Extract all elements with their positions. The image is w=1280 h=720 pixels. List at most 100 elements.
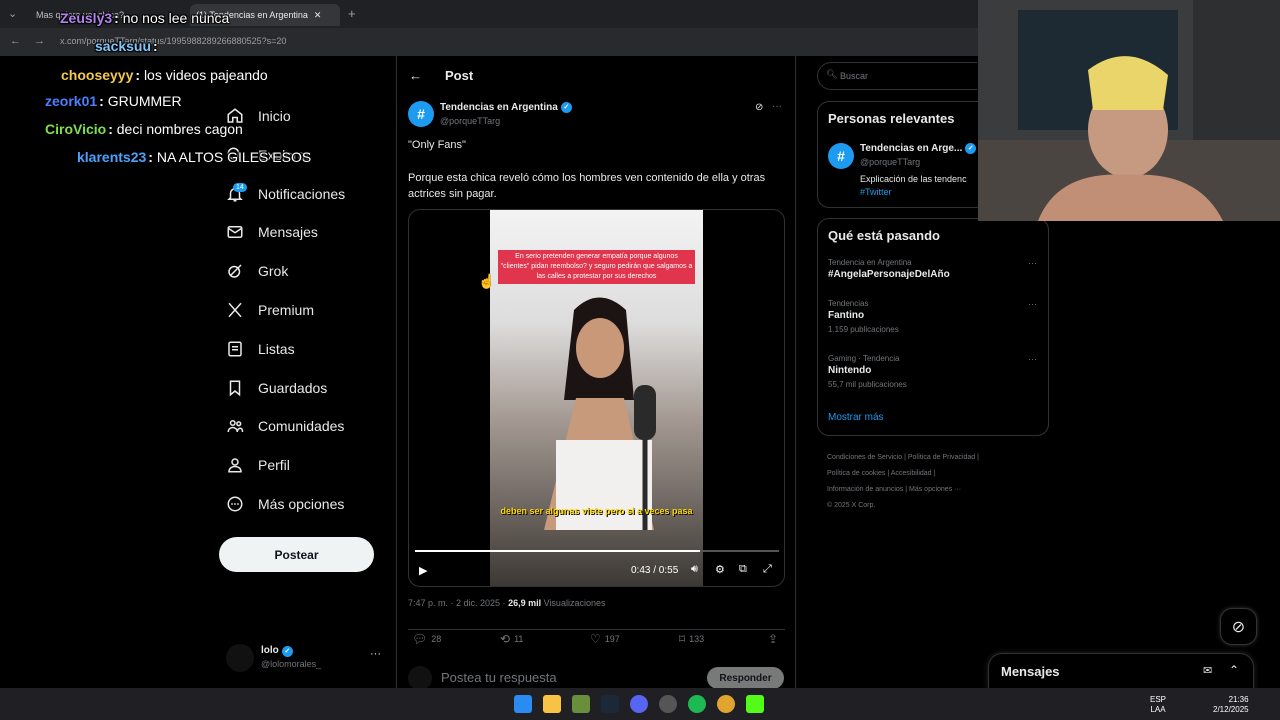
- nav-lists[interactable]: Listas: [226, 334, 295, 364]
- back-arrow-icon[interactable]: ←: [409, 68, 422, 83]
- search-icon: 🔍︎: [826, 69, 838, 79]
- footer-link[interactable]: Más opciones ···: [909, 486, 961, 493]
- person-icon: [226, 456, 244, 474]
- chat-line: CiroVicio: deci nombres cagon: [45, 121, 243, 137]
- relevant-bio: Explicación de las tendenc #Twitter: [860, 174, 967, 199]
- post-views-count: 26,9 mil: [508, 598, 542, 608]
- reply-submit-button[interactable]: Responder: [707, 667, 784, 689]
- expand-icon[interactable]: ⌃: [1229, 663, 1239, 677]
- chat-user: CiroVicio: [45, 121, 107, 137]
- trend-more-icon[interactable]: ···: [1028, 354, 1037, 364]
- chat-user: chooseyyy: [61, 67, 134, 83]
- volume-icon[interactable]: 🔊︎: [691, 563, 698, 576]
- video-frame[interactable]: En serio pretenden generar empatía porqu…: [490, 210, 703, 586]
- video-progress-bar[interactable]: [415, 550, 779, 552]
- author-name[interactable]: Tendencias en Argentina ✓: [440, 102, 572, 113]
- app-icon[interactable]: [572, 695, 590, 713]
- grok-explain-icon[interactable]: ⊘: [755, 102, 763, 113]
- app-icon[interactable]: [659, 695, 677, 713]
- author-avatar[interactable]: #: [408, 101, 434, 127]
- reply-input[interactable]: Postea tu respuesta: [441, 670, 557, 685]
- back-icon[interactable]: ←: [10, 35, 21, 47]
- post-timestamp[interactable]: 7:47 p. m. · 2 dic. 2025 ·: [408, 598, 508, 608]
- reply-button[interactable]: 💬︎ 28: [412, 632, 441, 646]
- chrome-icon[interactable]: [717, 695, 735, 713]
- new-tab-button[interactable]: +: [348, 6, 356, 21]
- footer-link[interactable]: Política de Privacidad: [908, 454, 975, 461]
- relevant-avatar[interactable]: #: [828, 143, 854, 169]
- mouse-cursor-icon: ☝: [478, 273, 496, 289]
- search-input[interactable]: Buscar: [840, 71, 868, 81]
- messages-drawer[interactable]: Mensajes ✉ ⌃: [988, 653, 1254, 690]
- repost-count: 11: [514, 634, 524, 644]
- show-more-link[interactable]: Mostrar más: [828, 412, 884, 423]
- footer-link[interactable]: Accesibilidad: [891, 470, 932, 477]
- trend-more-icon[interactable]: ···: [1028, 258, 1037, 268]
- nav-more-options[interactable]: Más opciones: [226, 489, 344, 519]
- video-player[interactable]: En serio pretenden generar empatía porqu…: [408, 209, 785, 587]
- trend-item[interactable]: Gaming · Tendencia Nintendo 55,7 mil pub…: [828, 354, 1043, 389]
- steam-icon[interactable]: [601, 695, 619, 713]
- reply-composer: Postea tu respuesta Responder: [408, 662, 785, 690]
- chat-user: klarents23: [77, 149, 147, 165]
- chat-message: GRUMMER: [107, 93, 182, 109]
- reply-icon: 💬︎: [412, 632, 428, 646]
- nav-grok[interactable]: Grok: [226, 256, 288, 286]
- relevant-hashtag[interactable]: #Twitter: [860, 186, 967, 199]
- webcam-scene: [978, 0, 1280, 221]
- trend-name: Nintendo: [828, 365, 872, 376]
- trend-count: 55,7 mil publicaciones: [828, 380, 907, 389]
- trend-item[interactable]: Tendencia en Argentina #AngelaPersonajeD…: [828, 258, 1043, 280]
- url-field[interactable]: x.com/porqueTTarg/status/199598828926688…: [60, 36, 286, 46]
- trend-context: Gaming · Tendencia: [828, 354, 900, 363]
- search-box[interactable]: 🔍︎ Buscar: [817, 62, 977, 90]
- clock[interactable]: 21:36 2/12/2025: [1213, 695, 1249, 715]
- nav-premium[interactable]: Premium: [226, 295, 314, 325]
- author-handle[interactable]: @porqueTTarg: [440, 116, 500, 126]
- verified-badge-icon: ✓: [560, 102, 572, 113]
- repost-button[interactable]: ⟲ 11: [500, 632, 523, 646]
- chat-line: zeork01: GRUMMER: [45, 93, 182, 109]
- video-subtitle: deben ser algunas viste pero si a veces …: [500, 506, 693, 516]
- bookmark-icon: ⌑: [679, 632, 686, 646]
- forward-icon[interactable]: →: [34, 35, 45, 47]
- windows-start-icon[interactable]: [514, 695, 532, 713]
- kick-icon[interactable]: [746, 695, 764, 713]
- trend-more-icon[interactable]: ···: [1028, 299, 1037, 309]
- chat-message: no nos lee nunca: [122, 10, 230, 26]
- picture-in-picture-icon[interactable]: ⧉: [739, 563, 747, 576]
- post-text-quote: "Only Fans": [408, 139, 466, 151]
- fullscreen-icon[interactable]: ⤢: [763, 563, 772, 576]
- nav-bookmarks[interactable]: Guardados: [226, 373, 327, 403]
- nav-communities[interactable]: Comunidades: [226, 411, 344, 441]
- tab-close-icon[interactable]: ✕: [314, 10, 322, 21]
- new-message-icon[interactable]: ✉: [1203, 664, 1212, 677]
- like-button[interactable]: ♡ 197: [590, 632, 620, 646]
- footer-link[interactable]: Condiciones de Servicio: [827, 454, 902, 461]
- settings-gear-icon[interactable]: ⚙: [715, 563, 725, 576]
- copyright: © 2025 X Corp.: [827, 502, 876, 509]
- nav-more-options-label: Más opciones: [258, 496, 345, 512]
- relevant-name[interactable]: Tendencias en Arge... ✓: [860, 143, 977, 154]
- post-button[interactable]: Postear: [219, 537, 374, 572]
- tab-search-chevron-icon[interactable]: ⌄: [8, 7, 17, 20]
- footer-link[interactable]: Política de cookies: [827, 470, 885, 477]
- play-icon[interactable]: ▶: [419, 564, 427, 577]
- nav-profile-label: Perfil: [258, 457, 290, 473]
- trend-item[interactable]: Tendencias Fantino 1.159 publicaciones ·…: [828, 299, 1043, 334]
- share-button[interactable]: ⇪: [768, 632, 782, 646]
- account-switcher[interactable]: lolo ✓ @lolomorales_ ···: [226, 642, 386, 674]
- grok-fab-icon[interactable]: ⊘: [1220, 608, 1257, 645]
- post-more-icon[interactable]: ···: [772, 101, 782, 112]
- language-indicator[interactable]: ESP LAA: [1150, 695, 1166, 715]
- chat-user: Zeusly3: [60, 10, 113, 26]
- account-more-icon[interactable]: ···: [370, 648, 381, 660]
- file-explorer-icon[interactable]: [543, 695, 561, 713]
- discord-icon[interactable]: [630, 695, 648, 713]
- bookmark-button[interactable]: ⌑ 133: [679, 632, 704, 646]
- relevant-handle[interactable]: @porqueTTarg: [860, 157, 920, 167]
- spotify-icon[interactable]: [688, 695, 706, 713]
- nav-profile[interactable]: Perfil: [226, 450, 290, 480]
- nav-messages[interactable]: Mensajes: [226, 217, 318, 247]
- footer-link[interactable]: Información de anuncios: [827, 486, 903, 493]
